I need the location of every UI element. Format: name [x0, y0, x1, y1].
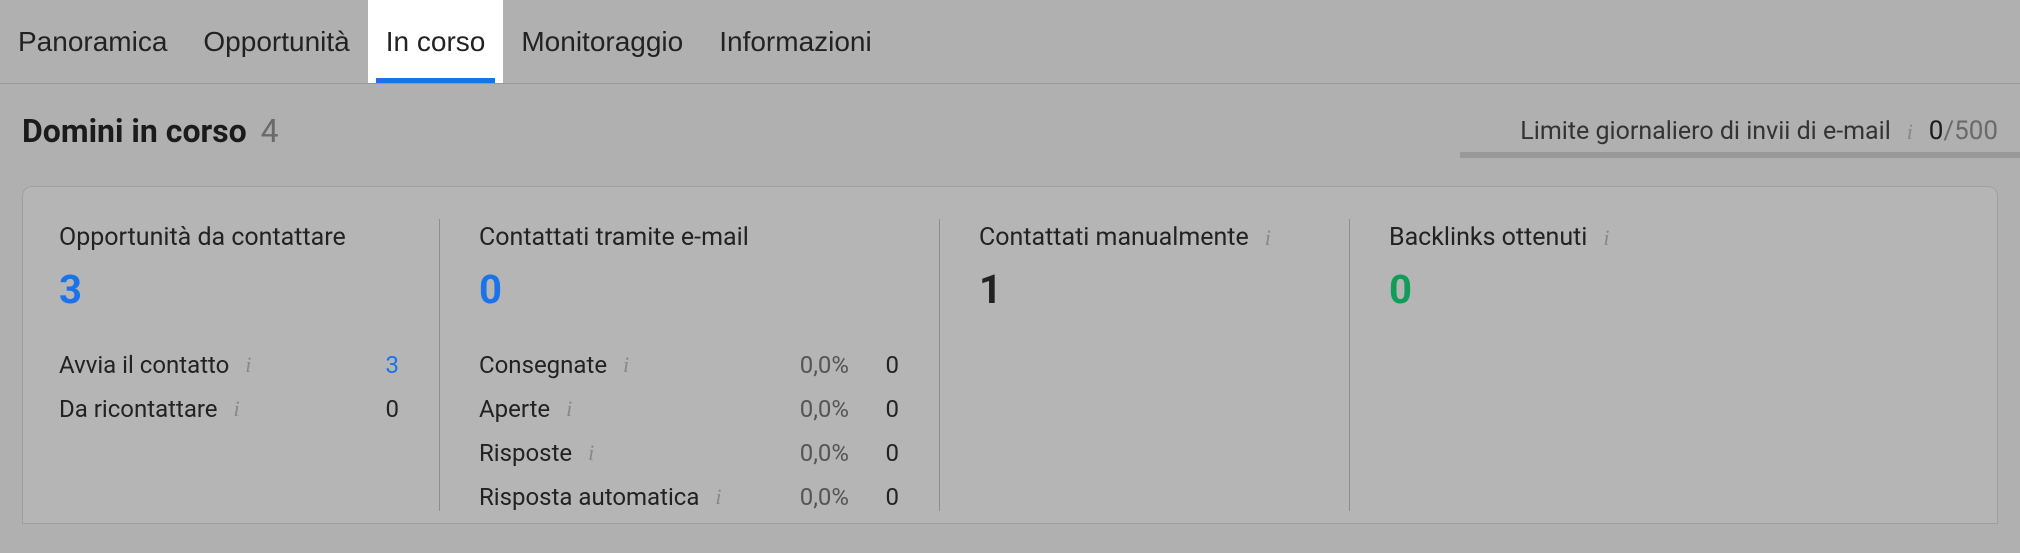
metric-manual: Contattati manualmente i 1 — [939, 223, 1349, 511]
info-icon[interactable]: i — [709, 484, 727, 510]
page-header: Domini in corso 4 Limite giornaliero di … — [0, 84, 2020, 158]
tab-in-corso[interactable]: In corso — [368, 0, 504, 83]
row-autoreply-label: Risposta automatica — [479, 483, 699, 511]
row-replies-label: Risposte — [479, 439, 572, 467]
tab-informazioni[interactable]: Informazioni — [701, 0, 890, 83]
info-icon[interactable]: i — [617, 352, 635, 378]
metric-manual-title-text: Contattati manualmente — [979, 223, 1249, 252]
row-replies-pct: 0,0% — [769, 439, 859, 467]
metric-prospects-value[interactable]: 3 — [59, 266, 399, 313]
info-icon[interactable]: i — [582, 440, 600, 466]
daily-limit-value: 0/500 — [1929, 116, 1998, 146]
daily-limit-progress — [1460, 152, 2020, 158]
metric-backlinks-title: Backlinks ottenuti i — [1389, 223, 1669, 252]
metric-backlinks-title-text: Backlinks ottenuti — [1389, 223, 1587, 252]
metrics-card: Opportunità da contattare 3 Avvia il con… — [22, 186, 1998, 524]
row-replies: Risposte i 0,0% 0 — [479, 439, 899, 467]
row-recontact-label: Da ricontattare — [59, 395, 218, 423]
row-delivered-label: Consegnate — [479, 351, 607, 379]
row-recontact-count: 0 — [359, 395, 399, 423]
row-autoreply: Risposta automatica i 0,0% 0 — [479, 483, 899, 511]
metric-emailed-title: Contattati tramite e-mail — [479, 223, 899, 252]
row-delivered-count: 0 — [859, 351, 899, 379]
tab-panoramica[interactable]: Panoramica — [0, 0, 185, 83]
row-opened: Aperte i 0,0% 0 — [479, 395, 899, 423]
info-icon[interactable]: i — [560, 396, 578, 422]
metric-emailed: Contattati tramite e-mail 0 Consegnate i… — [439, 223, 939, 511]
row-start-contact: Avvia il contatto i 3 — [59, 351, 399, 379]
tabs-nav: Panoramica Opportunità In corso Monitora… — [0, 0, 2020, 84]
row-opened-count: 0 — [859, 395, 899, 423]
metric-emailed-title-text: Contattati tramite e-mail — [479, 223, 749, 252]
row-autoreply-pct: 0,0% — [769, 483, 859, 511]
metric-emailed-value[interactable]: 0 — [479, 266, 899, 313]
row-start-contact-label: Avvia il contatto — [59, 351, 229, 379]
daily-email-limit: Limite giornaliero di invii di e-mail i … — [1520, 116, 1998, 146]
tab-monitoraggio[interactable]: Monitoraggio — [503, 0, 701, 83]
daily-limit-used: 0 — [1929, 116, 1944, 146]
metric-backlinks: Backlinks ottenuti i 0 — [1349, 223, 1709, 511]
info-icon[interactable]: i — [228, 396, 246, 422]
row-recontact: Da ricontattare i 0 — [59, 395, 399, 423]
page-title: Domini in corso 4 — [22, 112, 279, 150]
metric-manual-title: Contattati manualmente i — [979, 223, 1309, 252]
row-delivered-pct: 0,0% — [769, 351, 859, 379]
page-title-count: 4 — [261, 112, 279, 150]
daily-limit-label: Limite giornaliero di invii di e-mail — [1520, 117, 1891, 146]
metric-prospects: Opportunità da contattare 3 Avvia il con… — [59, 223, 439, 511]
page-title-text: Domini in corso — [22, 112, 247, 150]
metric-prospects-title: Opportunità da contattare — [59, 223, 399, 252]
metric-prospects-title-text: Opportunità da contattare — [59, 223, 346, 252]
row-opened-pct: 0,0% — [769, 395, 859, 423]
row-start-contact-count[interactable]: 3 — [359, 351, 399, 379]
row-replies-count: 0 — [859, 439, 899, 467]
info-icon[interactable]: i — [1597, 225, 1615, 251]
info-icon[interactable]: i — [239, 352, 257, 378]
row-autoreply-count: 0 — [859, 483, 899, 511]
info-icon[interactable]: i — [1901, 119, 1919, 145]
metric-backlinks-value[interactable]: 0 — [1389, 266, 1669, 313]
tab-opportunita[interactable]: Opportunità — [185, 0, 367, 83]
row-delivered: Consegnate i 0,0% 0 — [479, 351, 899, 379]
info-icon[interactable]: i — [1259, 225, 1277, 251]
row-opened-label: Aperte — [479, 395, 550, 423]
metric-manual-value[interactable]: 1 — [979, 266, 1309, 313]
daily-limit-max: /500 — [1943, 116, 1998, 146]
